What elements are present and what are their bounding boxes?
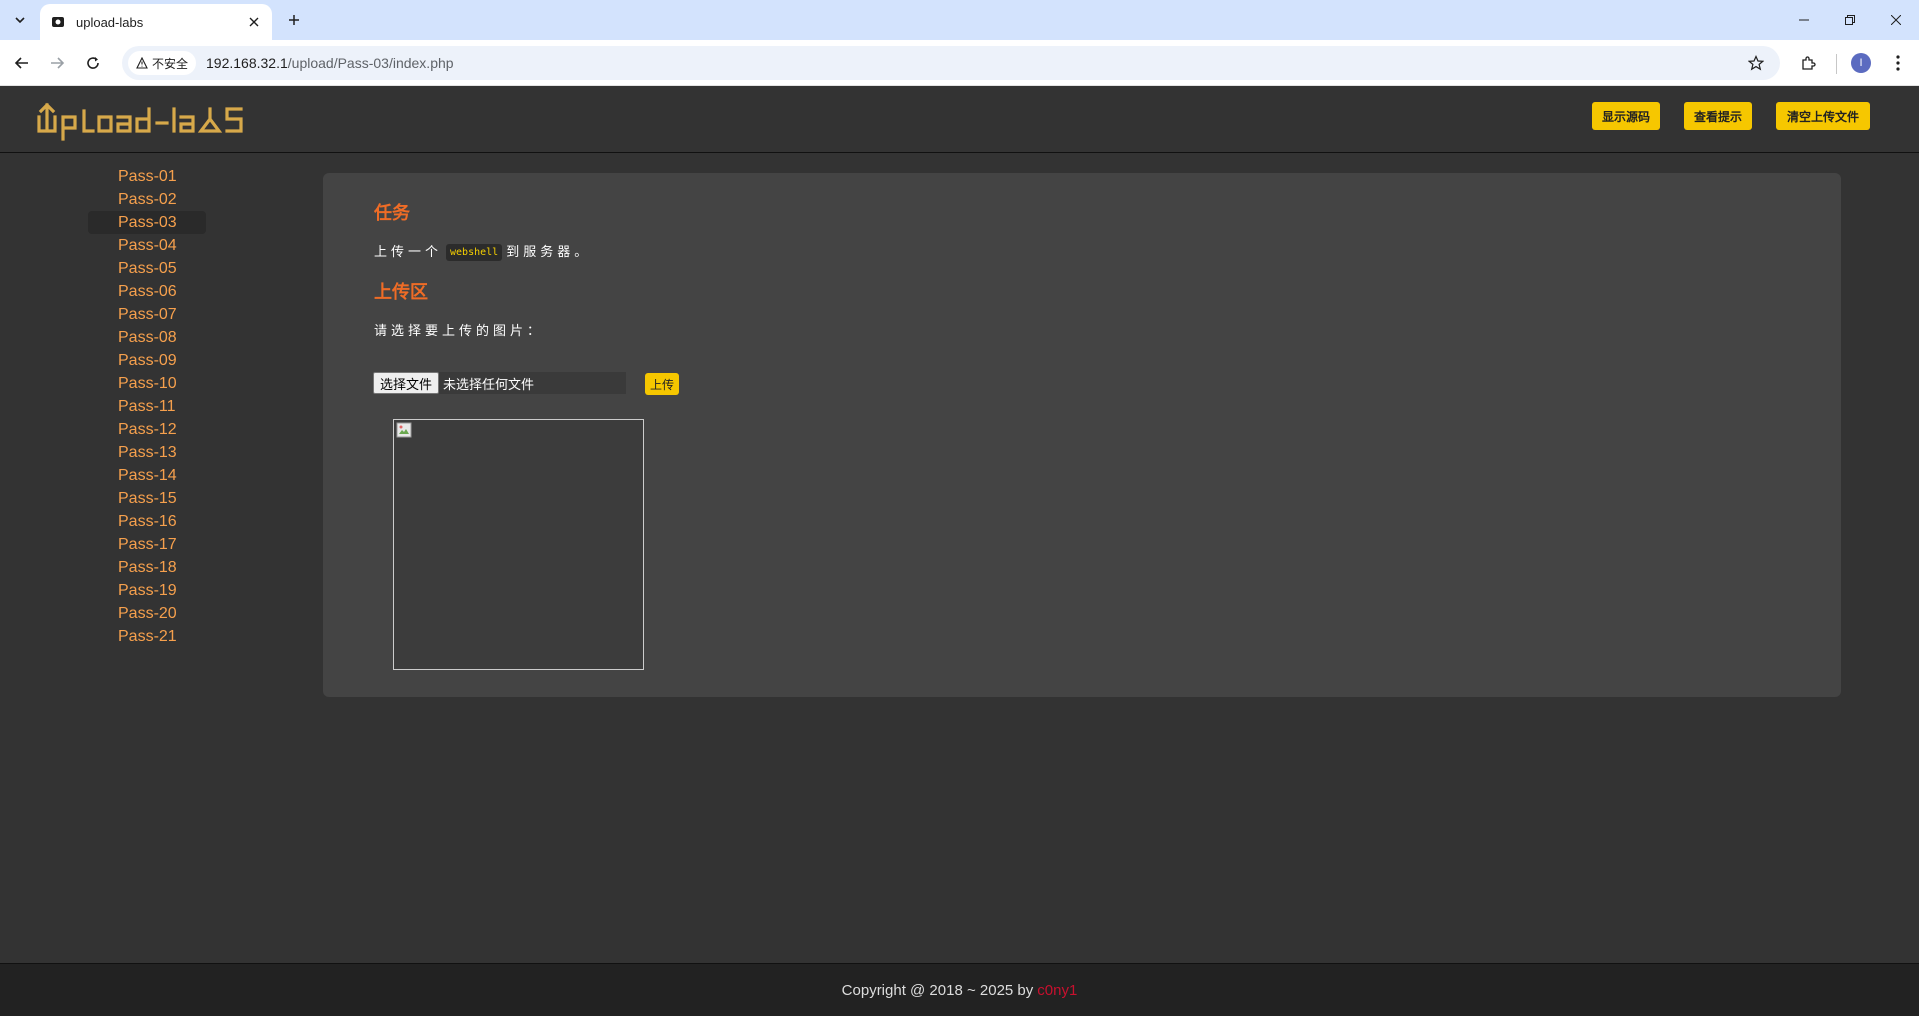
url-path: /upload/Pass-03/index.php <box>287 55 454 71</box>
sidebar-item-pass-17[interactable]: Pass-17 <box>88 533 206 556</box>
security-chip[interactable]: 不安全 <box>128 51 197 75</box>
site-footer: Copyright @ 2018 ~ 2025 by c0ny1 <box>0 963 1919 1016</box>
sidebar-item-pass-21[interactable]: Pass-21 <box>88 625 206 648</box>
sidebar-item-pass-16[interactable]: Pass-16 <box>88 510 206 533</box>
view-hint-button[interactable]: 查看提示 <box>1684 102 1752 130</box>
restore-icon[interactable] <box>1827 0 1873 40</box>
sidebar-item-pass-09[interactable]: Pass-09 <box>88 349 206 372</box>
upload-preview-image <box>393 419 644 670</box>
sidebar-item-pass-01[interactable]: Pass-01 <box>88 165 206 188</box>
sidebar-item-pass-02[interactable]: Pass-02 <box>88 188 206 211</box>
no-file-selected-label: 未选择任何文件 <box>443 376 535 392</box>
tab-list-chevron-icon[interactable] <box>8 8 32 32</box>
sidebar-item-pass-13[interactable]: Pass-13 <box>88 441 206 464</box>
new-tab-plus-icon[interactable] <box>282 8 306 32</box>
sidebar-item-pass-10[interactable]: Pass-10 <box>88 372 206 395</box>
toolbar-divider <box>1836 54 1837 74</box>
show-source-button[interactable]: 显示源码 <box>1592 102 1660 130</box>
tab-title: upload-labs <box>76 14 144 30</box>
back-arrow-icon[interactable] <box>10 51 34 75</box>
sidebar-item-pass-06[interactable]: Pass-06 <box>88 280 206 303</box>
tab-favicon-icon <box>50 14 66 30</box>
site-header: 显示源码 查看提示 清空上传文件 <box>0 87 1919 153</box>
browser-tab-bar: upload-labs <box>0 0 1919 40</box>
task-title: 任务 <box>374 203 410 223</box>
kebab-menu-icon[interactable] <box>1886 51 1910 75</box>
window-close-icon[interactable] <box>1873 0 1919 40</box>
logo-graphic <box>37 102 243 141</box>
sidebar-item-pass-14[interactable]: Pass-14 <box>88 464 206 487</box>
bookmark-star-icon[interactable] <box>1744 51 1768 75</box>
choose-file-button[interactable]: 选择文件 <box>373 372 440 394</box>
sidebar-item-pass-19[interactable]: Pass-19 <box>88 579 206 602</box>
author-link[interactable]: c0ny1 <box>1037 982 1077 999</box>
sidebar-item-pass-07[interactable]: Pass-07 <box>88 303 206 326</box>
sidebar-item-pass-04[interactable]: Pass-04 <box>88 234 206 257</box>
sidebar-item-pass-18[interactable]: Pass-18 <box>88 556 206 579</box>
url-text[interactable]: 192.168.32.1/upload/Pass-03/index.php <box>206 55 454 71</box>
sidebar-item-pass-03[interactable]: Pass-03 <box>88 211 206 234</box>
file-input[interactable]: 选择文件 未选择任何文件 <box>373 372 626 394</box>
copyright-text: Copyright @ 2018 ~ 2025 by <box>841 981 1034 999</box>
browser-tab[interactable]: upload-labs <box>40 4 272 40</box>
reload-icon[interactable] <box>81 51 105 75</box>
upload-labs-logo[interactable] <box>36 99 264 146</box>
webshell-code: webshell <box>446 244 503 262</box>
tab-close-icon[interactable] <box>246 14 262 30</box>
sidebar-item-pass-12[interactable]: Pass-12 <box>88 418 206 441</box>
sidebar-item-pass-15[interactable]: Pass-15 <box>88 487 206 510</box>
address-bar[interactable]: 不安全 192.168.32.1/upload/Pass-03/index.ph… <box>122 46 1780 80</box>
sidebar-item-pass-08[interactable]: Pass-08 <box>88 326 206 349</box>
upload-area-title: 上传区 <box>374 282 428 302</box>
extensions-puzzle-icon[interactable] <box>1796 51 1820 75</box>
url-host: 192.168.32.1 <box>206 55 288 71</box>
web-page: 显示源码 查看提示 清空上传文件 Pass-01 Pass-02 Pass-03 Pa… <box>0 87 1919 1016</box>
sidebar-item-pass-20[interactable]: Pass-20 <box>88 602 206 625</box>
security-label: 不安全 <box>152 56 189 71</box>
sidebar-item-pass-11[interactable]: Pass-11 <box>88 395 206 418</box>
profile-avatar[interactable]: I <box>1851 53 1871 73</box>
task-text-pre: 上传一个 <box>374 244 443 259</box>
upload-submit-button[interactable]: 上传 <box>645 373 680 395</box>
broken-image-icon <box>396 422 412 438</box>
clear-uploads-button[interactable]: 清空上传文件 <box>1776 102 1870 130</box>
forward-arrow-icon[interactable] <box>45 51 69 75</box>
minimize-icon[interactable] <box>1781 0 1827 40</box>
sidebar-item-pass-05[interactable]: Pass-05 <box>88 257 206 280</box>
task-description: 上传一个 webshell 到服务器。 <box>374 241 592 262</box>
warning-triangle-icon <box>136 57 148 69</box>
task-text-post: 到服务器。 <box>506 244 592 259</box>
browser-toolbar: 不安全 192.168.32.1/upload/Pass-03/index.ph… <box>0 40 1919 86</box>
main-panel: 任务 上传一个 webshell 到服务器。 上传区 请选择要上传的图片： 选择文件… <box>323 173 1841 697</box>
upload-prompt: 请选择要上传的图片： <box>374 323 545 338</box>
